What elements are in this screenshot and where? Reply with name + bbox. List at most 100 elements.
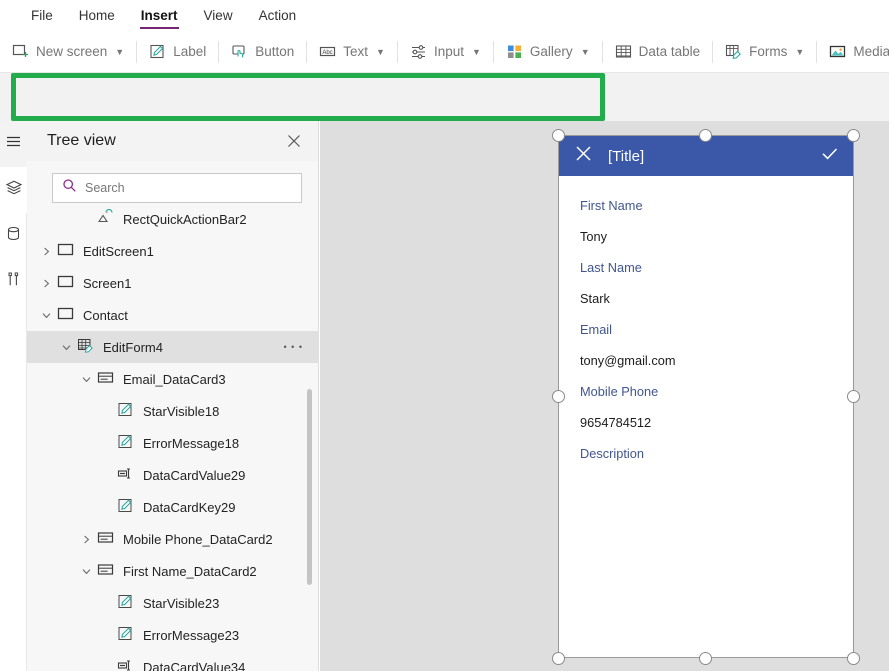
- resize-handle-bottom-left[interactable]: [552, 652, 565, 665]
- tree-node-first-name-datacard2[interactable]: First Name_DataCard2: [27, 555, 319, 587]
- forms-icon: [77, 337, 94, 357]
- search-input[interactable]: [85, 181, 292, 195]
- tree-node-label: First Name_DataCard2: [123, 564, 257, 579]
- ribbon-text[interactable]: Abc Text ▼: [307, 37, 397, 67]
- chevron-right-icon[interactable]: [75, 535, 97, 544]
- label-icon: [117, 497, 134, 517]
- form-field-label: Last Name: [580, 252, 832, 283]
- resize-handle-middle-right[interactable]: [847, 390, 860, 403]
- tree-node-editform4[interactable]: EditForm4• • •: [27, 331, 319, 363]
- ribbon-gallery[interactable]: Gallery ▼: [494, 37, 602, 67]
- resize-handle-top-left[interactable]: [552, 129, 565, 142]
- edit-form-selection: [Title] First NameTonyLast NameStarkEmai…: [558, 135, 854, 658]
- menu-item-view[interactable]: View: [191, 0, 246, 31]
- tree-search-box[interactable]: [52, 173, 302, 203]
- formula-bar: Item ▼ = fx ▼ DataTable1.Selected: [0, 73, 889, 121]
- tree-node-starvisible23[interactable]: StarVisible23: [27, 587, 319, 619]
- label-icon: [149, 43, 166, 60]
- chevron-down-icon[interactable]: [35, 311, 57, 320]
- chevron-right-icon[interactable]: [35, 247, 57, 256]
- rail-item-data[interactable]: [0, 213, 27, 259]
- form-field-label: Mobile Phone: [580, 376, 832, 407]
- ribbon-input[interactable]: Input ▼: [398, 37, 493, 67]
- ribbon-new-screen-label: New screen: [36, 44, 107, 59]
- tree-node-datacardvalue34[interactable]: DataCardValue34: [27, 651, 319, 671]
- label-icon: [117, 593, 134, 613]
- menu-item-insert[interactable]: Insert: [128, 0, 191, 31]
- tree-node-label: DataCardKey29: [143, 500, 236, 515]
- left-rail: [0, 121, 27, 671]
- menu-item-file[interactable]: File: [18, 0, 66, 31]
- tree-node-rectquickactionbar2[interactable]: RectQuickActionBar2: [27, 203, 319, 235]
- app-canvas: [Title] First NameTonyLast NameStarkEmai…: [320, 121, 889, 671]
- tree-node-label: StarVisible23: [143, 596, 219, 611]
- form-field-label: Email: [580, 314, 832, 345]
- form-field-value[interactable]: Stark: [580, 283, 832, 314]
- tree-view-header: Tree view: [27, 121, 318, 161]
- resize-handle-bottom-right[interactable]: [847, 652, 860, 665]
- tree-node-contact[interactable]: Contact: [27, 299, 319, 331]
- forms-icon: [725, 43, 742, 60]
- tree-node-label: RectQuickActionBar2: [123, 212, 247, 227]
- hamburger-menu-button[interactable]: [0, 121, 27, 167]
- ribbon-forms[interactable]: Forms ▼: [713, 37, 816, 67]
- ribbon-label[interactable]: Label: [137, 37, 218, 67]
- edit-form[interactable]: [Title] First NameTonyLast NameStarkEmai…: [558, 135, 854, 658]
- chevron-down-icon[interactable]: [55, 343, 77, 352]
- ribbon-media[interactable]: Media: [817, 37, 889, 67]
- tree-node-starvisible18[interactable]: StarVisible18: [27, 395, 319, 427]
- data-table-icon: [615, 43, 632, 60]
- menu-bar: File Home Insert View Action: [0, 0, 889, 31]
- tree-node-datacardvalue29[interactable]: DataCardValue29: [27, 459, 319, 491]
- tree-node-errormessage23[interactable]: ErrorMessage23: [27, 619, 319, 651]
- tree-node-label: EditScreen1: [83, 244, 154, 259]
- resize-handle-middle-left[interactable]: [552, 390, 565, 403]
- resize-handle-top-right[interactable]: [847, 129, 860, 142]
- ribbon-data-table[interactable]: Data table: [603, 37, 713, 67]
- form-field-value[interactable]: Tony: [580, 221, 832, 252]
- tree-node-screen1[interactable]: Screen1: [27, 267, 319, 299]
- tree-node-list: RectQuickActionBar2 EditScreen1 Screen1 Con…: [27, 203, 319, 671]
- button-icon: [231, 43, 248, 60]
- resize-handle-top-center[interactable]: [699, 129, 712, 142]
- text-icon: Abc: [319, 43, 336, 60]
- ribbon-gallery-label: Gallery: [530, 44, 573, 59]
- tree-node-editscreen1[interactable]: EditScreen1: [27, 235, 319, 267]
- media-tools-icon: [5, 271, 22, 293]
- more-options-icon[interactable]: • • •: [284, 343, 303, 351]
- close-icon[interactable]: [575, 145, 592, 167]
- close-tree-view-button[interactable]: [282, 129, 306, 153]
- tree-node-datacardkey29[interactable]: DataCardKey29: [27, 491, 319, 523]
- tree-node-label: Screen1: [83, 276, 131, 291]
- menu-item-action[interactable]: Action: [246, 0, 310, 31]
- chevron-right-icon[interactable]: [35, 279, 57, 288]
- rail-item-tree-view[interactable]: [0, 167, 27, 213]
- menu-item-home[interactable]: Home: [66, 0, 128, 31]
- tree-node-mobile-phone-datacard2[interactable]: Mobile Phone_DataCard2: [27, 523, 319, 555]
- tree-node-label: Contact: [83, 308, 128, 323]
- chevron-down-icon[interactable]: [75, 375, 97, 384]
- layers-tree-icon: [5, 179, 23, 202]
- tree-node-email-datacard3[interactable]: Email_DataCard3: [27, 363, 319, 395]
- chevron-down-icon: ▼: [581, 47, 590, 57]
- tree-node-label: Mobile Phone_DataCard2: [123, 532, 273, 547]
- rail-item-media[interactable]: [0, 259, 27, 305]
- form-field-value[interactable]: tony@gmail.com: [580, 345, 832, 376]
- datacard-icon: [97, 529, 114, 549]
- screen-icon: [57, 305, 74, 325]
- form-field-label: First Name: [580, 190, 832, 221]
- datacard-icon: [97, 369, 114, 389]
- tree-scrollbar[interactable]: [307, 389, 312, 585]
- checkmark-icon[interactable]: [820, 144, 839, 168]
- ribbon-new-screen[interactable]: New screen ▼: [0, 37, 136, 67]
- form-field-value[interactable]: [580, 469, 832, 500]
- form-title-bar: [Title]: [559, 136, 853, 176]
- resize-handle-bottom-center[interactable]: [699, 652, 712, 665]
- chevron-down-icon[interactable]: [75, 567, 97, 576]
- ribbon-button[interactable]: Button: [219, 37, 306, 67]
- ribbon-button-label: Button: [255, 44, 294, 59]
- textinput-icon: [117, 465, 134, 485]
- form-field-value[interactable]: 9654784512: [580, 407, 832, 438]
- tree-node-errormessage18[interactable]: ErrorMessage18: [27, 427, 319, 459]
- ribbon-input-label: Input: [434, 44, 464, 59]
